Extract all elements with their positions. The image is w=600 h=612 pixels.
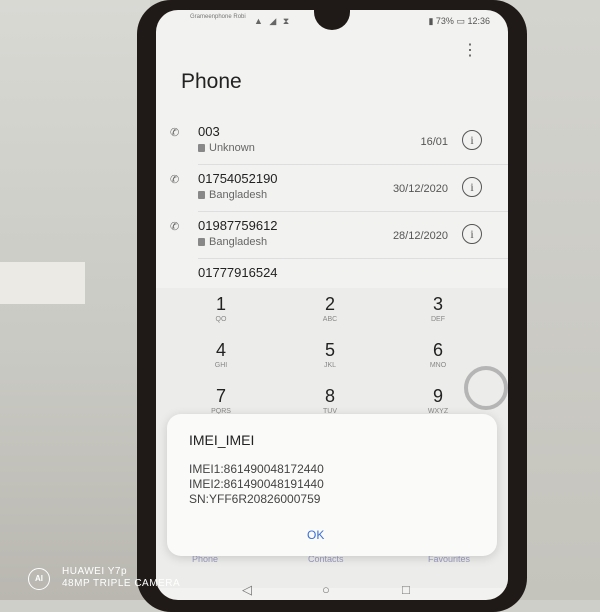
more-vert-icon[interactable]: ⋮ <box>462 40 478 60</box>
clock: 12:36 <box>467 16 490 26</box>
call-log-row[interactable]: ✆ 01777916524 <box>198 259 508 277</box>
call-number: 003 <box>198 124 220 139</box>
call-location: Bangladesh <box>198 189 267 201</box>
dial-key-2[interactable]: 2 ABC <box>290 294 370 323</box>
home-icon[interactable]: ○ <box>322 582 330 597</box>
recents-icon[interactable]: □ <box>402 582 410 597</box>
dial-key-6[interactable]: 6 MNO <box>398 340 478 369</box>
serial-number-value: SN:YFF6R20826000759 <box>189 492 321 506</box>
dial-key-4[interactable]: 4 GHI <box>181 340 261 369</box>
imei1-value: IMEI1:861490048172440 <box>189 462 324 476</box>
ai-badge-icon: AI <box>28 568 50 590</box>
dial-key-7[interactable]: 7 PQRS <box>181 386 261 415</box>
carrier-label: Grameenphone Robi <box>190 14 246 20</box>
battery-icon: ▮ <box>428 16 434 26</box>
call-number: 01987759612 <box>198 218 278 233</box>
call-icon: ✆ <box>170 127 180 139</box>
ok-button[interactable]: OK <box>307 528 324 542</box>
call-log-row[interactable]: ✆ 01754052190 Bangladesh 30/12/2020 i <box>170 165 508 212</box>
page-title: Phone <box>181 70 242 93</box>
imei2-value: IMEI2:861490048191440 <box>189 477 324 491</box>
call-log-row[interactable]: ✆ 003 Unknown 16/01 i <box>170 118 508 165</box>
call-number: 01754052190 <box>198 171 278 186</box>
background-white-box <box>0 262 85 304</box>
call-date: 16/01 <box>420 136 448 148</box>
sim-icon <box>198 144 205 152</box>
imei-dialog: IMEI_IMEI IMEI1:861490048172440 IMEI2:86… <box>167 414 497 556</box>
call-date: 30/12/2020 <box>392 183 448 195</box>
status-bar: Grameenphone Robi ▲ ◢ ⧗ ▮ 73% ▭ 12:36 <box>190 14 490 30</box>
back-icon[interactable]: ◁ <box>242 582 252 598</box>
call-location: Unknown <box>198 142 255 154</box>
system-nav-bar: ◁ ○ □ <box>156 578 508 600</box>
dial-key-3[interactable]: 3 DEF <box>398 294 478 323</box>
status-right: ▮ 73% ▭ 12:36 <box>428 16 490 27</box>
watermark-camera: 48MP TRIPLE CAMERA <box>62 578 181 589</box>
dialog-title: IMEI_IMEI <box>189 432 255 448</box>
call-log-row[interactable]: ✆ 01987759612 Bangladesh 28/12/2020 i <box>170 212 508 259</box>
dial-key-8[interactable]: 8 TUV <box>290 386 370 415</box>
call-number: 01777916524 <box>198 265 278 277</box>
dial-key-5[interactable]: 5 JKL <box>290 340 370 369</box>
call-location: Bangladesh <box>198 236 267 248</box>
call-date: 28/12/2020 <box>392 230 448 242</box>
sim-icon <box>198 238 205 246</box>
battery-level-icon: ▭ <box>456 16 465 26</box>
dial-key-1[interactable]: 1 QO <box>181 294 261 323</box>
call-log-list: ✆ 003 Unknown 16/01 i ✆ 01754052190 Bang… <box>156 118 508 277</box>
sim-icon <box>198 191 205 199</box>
signal-icons: ▲ ◢ ⧗ <box>254 16 292 26</box>
info-icon[interactable]: i <box>462 130 482 150</box>
floating-dock-icon[interactable] <box>464 366 508 410</box>
call-icon: ✆ <box>170 174 180 186</box>
info-icon[interactable]: i <box>462 224 482 244</box>
watermark-brand: HUAWEI Y7p <box>62 566 128 577</box>
call-icon: ✆ <box>170 221 180 233</box>
battery-percent: 73% <box>435 16 454 26</box>
info-icon[interactable]: i <box>462 177 482 197</box>
